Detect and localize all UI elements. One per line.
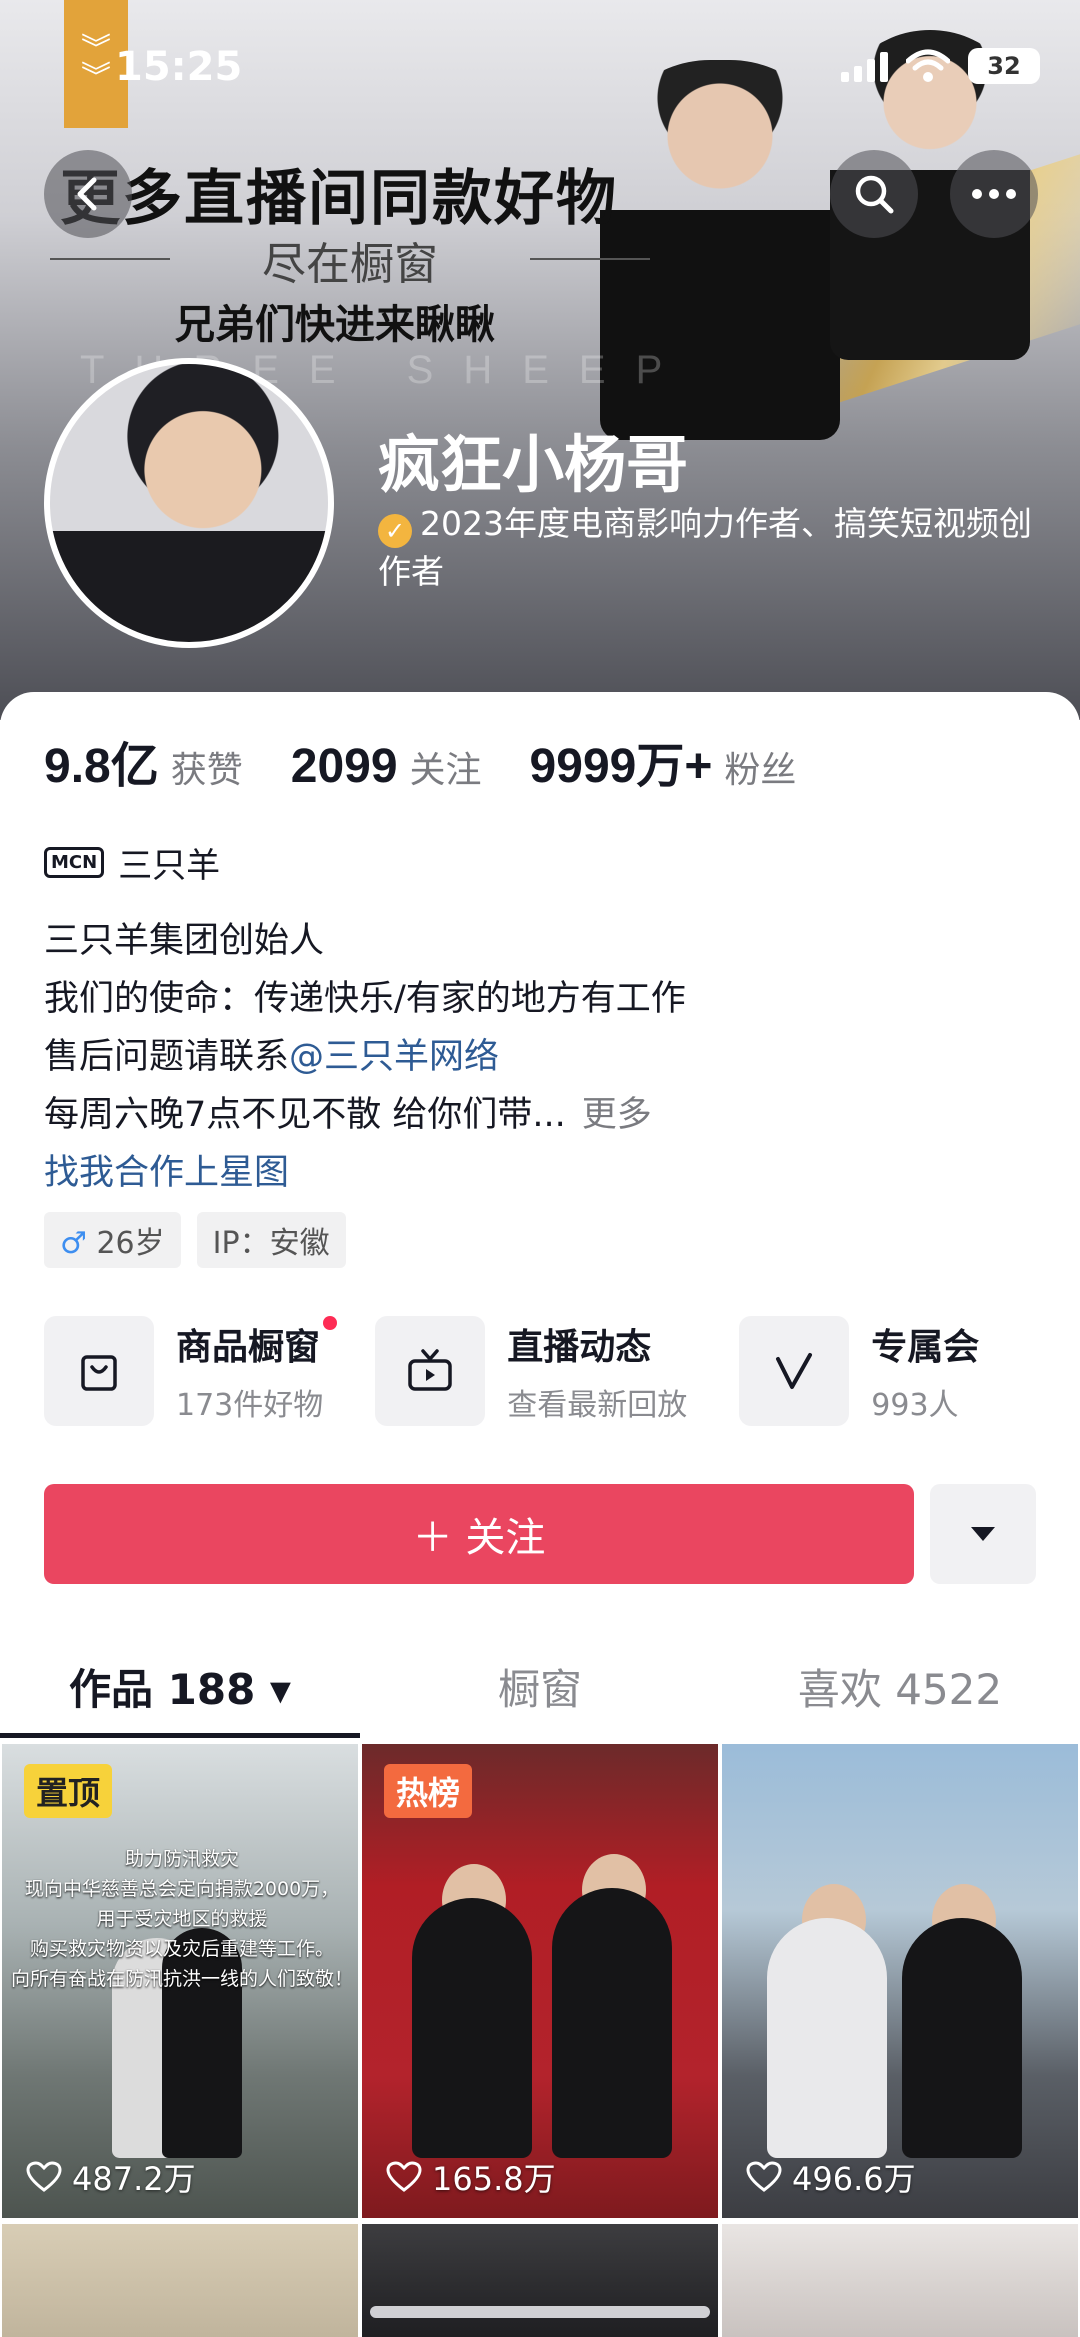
tab-works[interactable]: 作品 188 ▾ <box>0 1652 360 1738</box>
shortcut-membership-sub: 993人 <box>871 1388 959 1423</box>
video-likes: 487.2万 <box>26 2154 196 2200</box>
follow-button[interactable]: ＋ 关注 <box>44 1484 914 1584</box>
bio-line-3: 售后问题请联系@三只羊网络 <box>44 1028 686 1086</box>
shortcut-shop-sub: 173件好物 <box>176 1388 324 1423</box>
starmap-link[interactable]: 找我合作上星图 <box>44 1144 686 1202</box>
more-dots-icon <box>972 189 1016 199</box>
age-tag: ♂ 26岁 <box>44 1212 181 1268</box>
banner-subline-2: 兄弟们快进来瞅瞅 <box>175 302 495 348</box>
video-thumbnail[interactable]: 496.6万 <box>720 1744 1080 2218</box>
thumb-figure <box>902 1918 1022 2158</box>
triangle-down-icon <box>971 1527 995 1541</box>
search-button[interactable] <box>830 150 918 238</box>
shortcut-shop-title: 商品橱窗 <box>176 1327 321 1368</box>
video-grid: 助力防汛救灾 现向中华慈善总会定向捐款2000万， 用于受灾地区的救援 购买救灾… <box>0 1744 1080 2337</box>
stat-likes[interactable]: 9.8亿 获赞 <box>44 726 243 796</box>
search-icon <box>855 175 894 214</box>
video-thumbnail[interactable]: 热榜 165.8万 <box>360 1744 720 2218</box>
bio-more-link[interactable]: 更多 <box>582 1095 652 1135</box>
video-likes-count: 165.8万 <box>432 2160 556 2198</box>
thumb-figure <box>552 1888 672 2158</box>
verification-info: ✓ 2023年度电商影响力作者、搞笑短视频创作者 <box>378 500 1038 596</box>
verified-check-icon: ✓ <box>378 514 412 548</box>
shortcut-row: 商品橱窗 173件好物 直播动态 查看最新回放 专属会 993人 <box>44 1316 1080 1426</box>
video-thumbnail[interactable]: 助力防汛救灾 现向中华慈善总会定向捐款2000万， 用于受灾地区的救援 购买救灾… <box>0 1744 360 2218</box>
ip-tag: IP：安徽 <box>196 1212 346 1268</box>
tv-icon <box>375 1316 486 1426</box>
status-time: 15:25 <box>115 44 243 90</box>
caption-line: 向所有奋战在防汛抗洪一线的人们致敬！ <box>10 1968 353 1990</box>
recommend-dropdown-button[interactable] <box>930 1484 1036 1584</box>
tab-shop-window[interactable]: 橱窗 <box>360 1652 720 1730</box>
more-options-button[interactable] <box>950 150 1038 238</box>
tab-likes[interactable]: 喜欢 4522 <box>720 1652 1080 1730</box>
bio-line-2: 我们的使命：传递快乐/有家的地方有工作 <box>44 979 686 1019</box>
status-icons: 32 <box>841 48 1040 84</box>
heart-icon <box>26 2161 62 2192</box>
signal-icon <box>841 50 888 82</box>
back-button[interactable] <box>44 150 132 238</box>
shortcut-membership-title: 专属会 <box>871 1327 980 1368</box>
profile-tags: ♂ 26岁 IP：安徽 <box>44 1212 346 1268</box>
mcn-row[interactable]: MCN 三只羊 <box>44 838 220 887</box>
thumb-figure <box>412 1898 532 2158</box>
stat-following-label: 关注 <box>409 750 482 791</box>
video-thumbnail[interactable] <box>0 2224 360 2337</box>
shortcut-live-title: 直播动态 <box>507 1327 652 1368</box>
stat-likes-label: 获赞 <box>170 750 243 791</box>
stat-likes-value: 9.8亿 <box>44 740 159 793</box>
video-thumbnail[interactable] <box>360 2224 720 2337</box>
video-caption: 助力防汛救灾 现向中华慈善总会定向捐款2000万， 用于受灾地区的救援 购买救灾… <box>2 1844 358 1994</box>
hot-badge: 热榜 <box>384 1764 473 1818</box>
chevron-left-icon <box>77 177 97 211</box>
wifi-icon <box>906 49 950 82</box>
heart-icon <box>386 2161 422 2192</box>
stat-following-value: 2099 <box>290 740 398 793</box>
bio-line-4: 每周六晚7点不见不散 给你们带... 更多 <box>44 1086 686 1144</box>
avatar[interactable] <box>44 358 334 648</box>
shopping-bag-icon <box>44 1316 154 1426</box>
home-indicator <box>370 2306 710 2318</box>
stat-followers-value: 9999万+ <box>529 740 713 793</box>
caption-line: 购买救灾物资以及灾后重建等工作。 <box>29 1938 334 1960</box>
shortcut-membership[interactable]: 专属会 993人 <box>739 1316 979 1426</box>
battery-indicator: 32 <box>968 48 1040 84</box>
content-tabs: 作品 188 ▾ 橱窗 喜欢 4522 <box>0 1652 1080 1738</box>
verification-text: 2023年度电商影响力作者、搞笑短视频创作者 <box>378 504 1032 591</box>
pinned-badge: 置顶 <box>24 1764 113 1818</box>
stat-following[interactable]: 2099 关注 <box>291 739 482 794</box>
mention-link[interactable]: @三只羊网络 <box>289 1037 499 1077</box>
caption-line: 现向中华慈善总会定向捐款2000万， <box>24 1878 340 1900</box>
caption-line: 用于受灾地区的救援 <box>96 1908 268 1930</box>
shortcut-shop-window[interactable]: 商品橱窗 173件好物 <box>44 1316 338 1426</box>
profile-sheet: 9.8亿 获赞 2099 关注 9999万+ 粉丝 MCN 三只羊 三只羊集团创始人 … <box>0 692 1080 2337</box>
stat-followers-label: 粉丝 <box>724 750 797 791</box>
video-likes: 165.8万 <box>386 2154 556 2200</box>
video-likes-count: 487.2万 <box>72 2160 196 2198</box>
mcn-icon: MCN <box>44 847 105 878</box>
bio-line-3-prefix: 售后问题请联系 <box>44 1037 290 1077</box>
mcn-name: 三只羊 <box>118 846 221 886</box>
caption-line: 助力防汛救灾 <box>124 1848 239 1870</box>
thumb-figure <box>767 1918 887 2158</box>
male-icon: ♂ <box>60 1226 87 1261</box>
shortcut-live[interactable]: 直播动态 查看最新回放 <box>375 1316 687 1426</box>
banner-headline: 更多直播间同款好物 <box>60 164 618 234</box>
bio-line-1: 三只羊集团创始人 <box>44 921 325 961</box>
bio: 三只羊集团创始人 我们的使命：传递快乐/有家的地方有工作 售后问题请联系@三只羊… <box>44 912 686 1202</box>
video-thumbnail[interactable] <box>720 2224 1080 2337</box>
stats-row: 9.8亿 获赞 2099 关注 9999万+ 粉丝 <box>44 726 796 796</box>
v-icon <box>739 1316 850 1426</box>
bio-line-4-text: 每周六晚7点不见不散 给你们带... <box>44 1095 566 1135</box>
notification-dot <box>323 1316 338 1330</box>
video-likes: 496.6万 <box>746 2154 916 2200</box>
banner-subline: 尽在橱窗 <box>50 228 650 292</box>
age-text: 26岁 <box>96 1226 165 1261</box>
heart-icon <box>746 2161 782 2192</box>
profile-name: 疯狂小杨哥 <box>378 428 689 501</box>
stat-followers[interactable]: 9999万+ 粉丝 <box>530 726 797 796</box>
shortcut-live-sub: 查看最新回放 <box>507 1388 688 1423</box>
video-likes-count: 496.6万 <box>792 2160 916 2198</box>
